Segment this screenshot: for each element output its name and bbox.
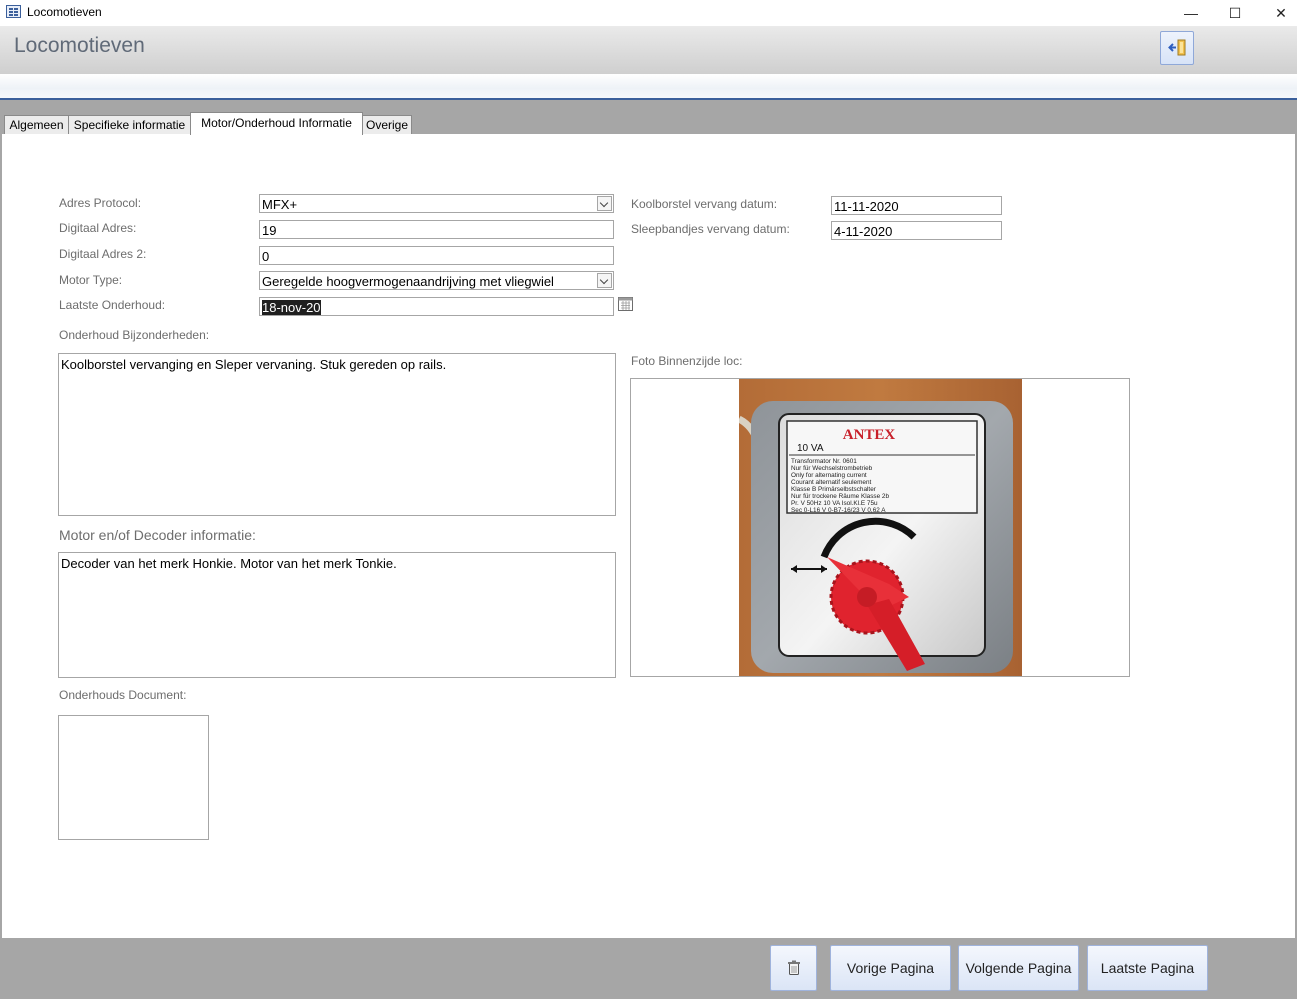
laatste-onderhoud-value: 18-nov-20 — [262, 300, 321, 315]
photo-rating-text: 10 VA — [797, 443, 824, 454]
window-title: Locomotieven — [27, 5, 102, 19]
trash-icon — [787, 960, 800, 975]
onderhouds-document-attachment[interactable] — [58, 715, 209, 840]
onderhoud-bijzonderheden-label: Onderhoud Bijzonderheden: — [59, 328, 210, 342]
photo-plate-line: Pr. V 50Hz 10 VA Isol.Kl.E 75u — [791, 500, 878, 507]
form-app-icon — [6, 5, 21, 18]
motor-type-label: Motor Type: — [59, 273, 123, 287]
digitaal-adres-2-label: Digitaal Adres 2: — [59, 247, 147, 261]
laatste-onderhoud-field[interactable]: 18-nov-20 — [259, 297, 614, 316]
calendar-icon[interactable] — [618, 297, 633, 311]
delete-record-button[interactable] — [770, 945, 817, 991]
exit-door-icon — [1168, 39, 1186, 56]
digitaal-adres-label: Digitaal Adres: — [59, 221, 137, 235]
form-header: Locomotieven — [0, 26, 1297, 74]
onderhouds-document-label: Onderhouds Document: — [59, 688, 187, 702]
koolborstel-date-field[interactable]: 11-11-2020 — [831, 196, 1002, 215]
window-title-bar: Locomotieven — ☐ ✕ — [0, 0, 1297, 26]
photo-plate-line: Courant alternatif seulement — [791, 479, 872, 486]
foto-frame[interactable]: ANTEX 10 VA Transformator Nr. 0601 Nur f… — [630, 378, 1130, 677]
form-title: Locomotieven — [14, 34, 145, 57]
sleepbandjes-label: Sleepbandjes vervang datum: — [631, 222, 790, 236]
photo-plate-line: Nur für trockene Räume Klasse 2b — [791, 493, 889, 500]
maximize-button[interactable]: ☐ — [1212, 0, 1258, 26]
photo-plate-line: Klasse B Primärselbstschalter — [791, 486, 877, 493]
foto-label: Foto Binnenzijde loc: — [631, 354, 743, 368]
locomotive-interior-photo: ANTEX 10 VA Transformator Nr. 0601 Nur f… — [739, 379, 1022, 676]
tab-specifieke-informatie[interactable]: Specifieke informatie — [68, 115, 191, 134]
tab-overige[interactable]: Overige — [362, 115, 412, 134]
photo-plate-line: Only for alternating current — [791, 472, 867, 479]
adres-protocol-value: MFX+ — [262, 197, 298, 212]
header-band — [0, 74, 1297, 100]
motor-decoder-label: Motor en/of Decoder informatie: — [59, 527, 256, 543]
chevron-down-icon[interactable] — [597, 196, 612, 211]
tab-algemeen[interactable]: Algemeen — [4, 115, 69, 134]
tab-motor-onderhoud-informatie[interactable]: Motor/Onderhoud Informatie — [190, 112, 363, 135]
motor-type-combo[interactable]: Geregelde hoogvermogenaandrijving met vl… — [259, 271, 614, 290]
chevron-down-icon[interactable] — [597, 273, 612, 288]
sleepbandjes-date-field[interactable]: 4-11-2020 — [831, 221, 1002, 240]
onderhoud-bijzonderheden-memo[interactable]: Koolborstel vervanging en Sleper vervani… — [58, 353, 616, 516]
adres-protocol-combo[interactable]: MFX+ — [259, 194, 614, 213]
exit-button[interactable] — [1160, 31, 1194, 65]
volgende-pagina-button[interactable]: Volgende Pagina — [958, 945, 1079, 991]
koolborstel-label: Koolborstel vervang datum: — [631, 197, 778, 211]
motor-decoder-memo[interactable]: Decoder van het merk Honkie. Motor van h… — [58, 552, 616, 678]
laatste-pagina-button[interactable]: Laatste Pagina — [1087, 945, 1208, 991]
digitaal-adres-2-field[interactable]: 0 — [259, 246, 614, 265]
photo-plate-line: Sec 0-L16 V 0-B7-16/23 V 0,62 A — [791, 507, 886, 514]
motor-type-value: Geregelde hoogvermogenaandrijving met vl… — [262, 274, 554, 289]
vorige-pagina-button[interactable]: Vorige Pagina — [830, 945, 951, 991]
photo-plate-line: Transformator Nr. 0601 — [791, 458, 857, 465]
laatste-onderhoud-label: Laatste Onderhoud: — [59, 298, 166, 312]
adres-protocol-label: Adres Protocol: — [59, 196, 142, 210]
digitaal-adres-field[interactable]: 19 — [259, 220, 614, 239]
photo-brand-text: ANTEX — [843, 427, 896, 443]
photo-plate-line: Nur für Wechselstrombetrieb — [791, 465, 873, 472]
minimize-button[interactable]: — — [1168, 0, 1214, 26]
close-button[interactable]: ✕ — [1258, 0, 1297, 26]
